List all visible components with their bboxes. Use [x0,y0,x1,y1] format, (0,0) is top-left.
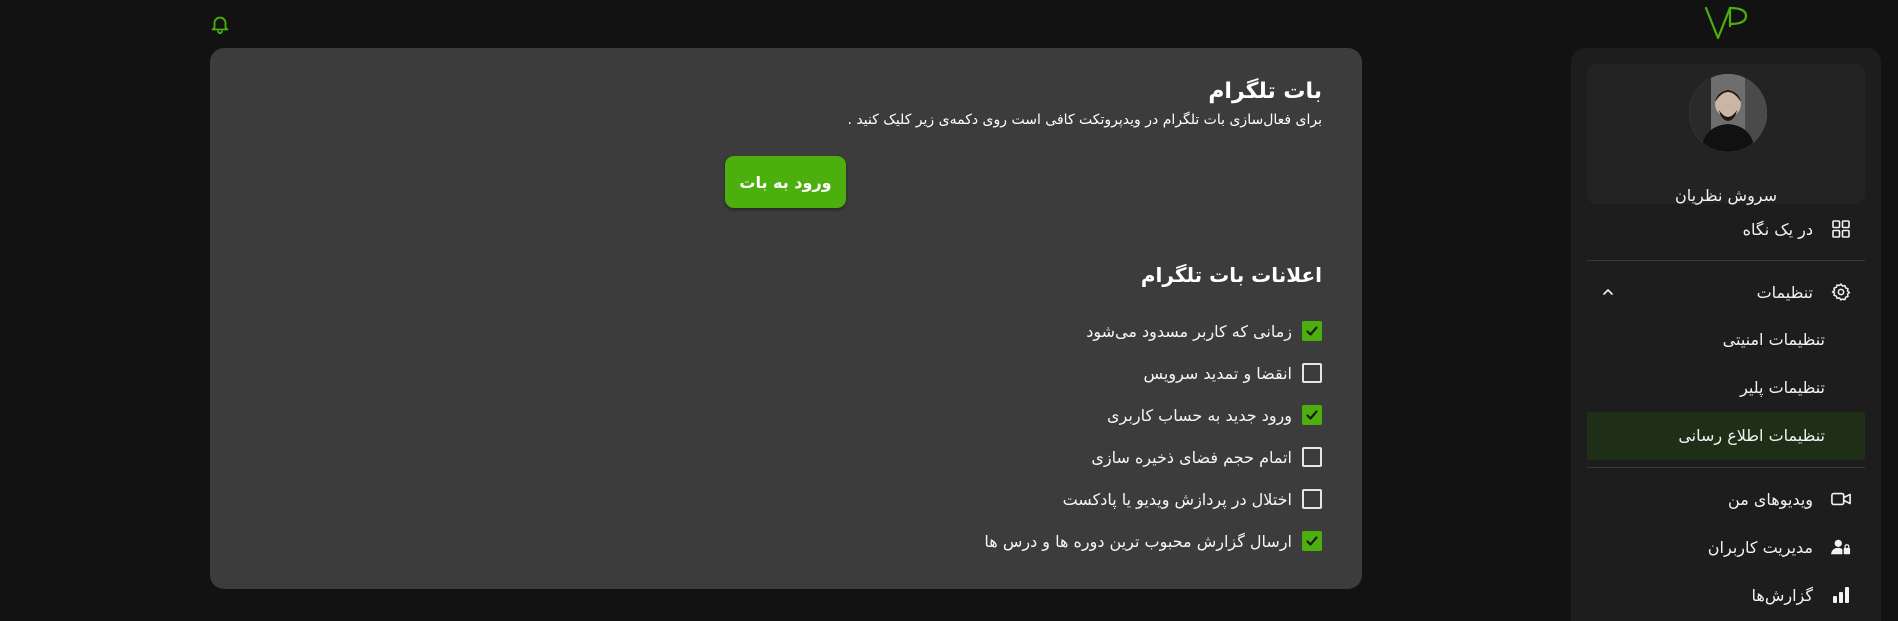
dashboard-grid-icon [1831,219,1851,239]
divider [1587,467,1865,468]
telegram-bot-title: بات تلگرام [1208,79,1322,104]
sidebar-item-notification-settings[interactable]: تنظیمات اطلاع رسانی [1587,412,1865,460]
video-camera-icon [1831,489,1851,509]
notification-label: زمانی که کاربر مسدود می‌شود [1086,321,1292,341]
notification-item[interactable]: ورود جدید به حساب کاربری [622,394,1322,436]
logo [1700,2,1752,44]
checkbox-checked[interactable] [1302,321,1322,341]
enter-bot-button[interactable]: ورود به بات [725,156,846,208]
user-lock-icon [1831,537,1851,557]
sidebar-nav: در یک نگاه تنظیمات تنظیمات امنیتی تنظیما… [1587,205,1865,619]
sidebar-item-label: ویدیوهای من [1728,489,1813,509]
notification-item[interactable]: ارسال گزارش محبوب ترین دوره ها و درس ها [622,520,1322,562]
checkbox-unchecked[interactable] [1302,489,1322,509]
checkbox-unchecked[interactable] [1302,447,1322,467]
notification-item[interactable]: اختلال در پردازش ویدیو یا پادکست [622,478,1322,520]
sidebar-item-label: در یک نگاه [1742,219,1813,239]
telegram-bot-description: برای فعال‌سازی بات تلگرام در ویدپروتکت ک… [847,112,1322,128]
sidebar-item-label: تنظیمات امنیتی [1722,330,1825,349]
checkbox-checked[interactable] [1302,531,1322,551]
notification-label: ارسال گزارش محبوب ترین دوره ها و درس ها [984,531,1292,551]
notifications-list: زمانی که کاربر مسدود می‌شود انقضا و تمدی… [622,310,1322,562]
checkbox-unchecked[interactable] [1302,363,1322,383]
divider [1587,260,1865,261]
notification-label: انقضا و تمدید سرویس [1143,363,1293,383]
sidebar-item-label: گزارش‌ها [1751,585,1813,605]
sidebar-item-settings[interactable]: تنظیمات [1587,268,1865,316]
avatar[interactable] [1689,74,1767,152]
notification-label: ورود جدید به حساب کاربری [1107,405,1292,425]
sidebar-item-player-settings[interactable]: تنظیمات پلیر [1587,364,1865,412]
profile-name: سروش نظریان [1674,186,1778,205]
notification-item[interactable]: اتمام حجم فضای ذخیره سازی [622,436,1322,478]
gear-icon [1831,282,1851,302]
sidebar-item-dashboard[interactable]: در یک نگاه [1587,205,1865,253]
chevron-up-icon[interactable] [1601,284,1615,298]
checkbox-checked[interactable] [1302,405,1322,425]
sidebar-item-security-settings[interactable]: تنظیمات امنیتی [1587,316,1865,364]
sidebar-item-my-videos[interactable]: ویدیوهای من [1587,475,1865,523]
sidebar-item-label: تنظیمات پلیر [1740,378,1825,397]
notification-label: اختلال در پردازش ویدیو یا پادکست [1062,489,1292,509]
telegram-settings-card: بات تلگرام برای فعال‌سازی بات تلگرام در … [210,48,1362,589]
bell-icon[interactable] [207,11,233,37]
notification-item[interactable]: انقضا و تمدید سرویس [622,352,1322,394]
notification-label: اتمام حجم فضای ذخیره سازی [1091,447,1292,467]
sidebar-item-label: تنظیمات اطلاع رسانی [1678,426,1825,445]
notifications-title: اعلانات بات تلگرام [1140,263,1322,287]
sidebar-item-reports[interactable]: گزارش‌ها [1587,571,1865,619]
profile-card: سروش نظریان [1587,64,1865,205]
sidebar-item-label: مدیریت کاربران [1707,537,1813,557]
bar-chart-icon [1831,585,1851,605]
sidebar: سروش نظریان در یک نگاه تنظیمات تنظیمات ا… [1571,48,1881,621]
notification-item[interactable]: زمانی که کاربر مسدود می‌شود [622,310,1322,352]
sidebar-item-user-management[interactable]: مدیریت کاربران [1587,523,1865,571]
sidebar-item-label: تنظیمات [1756,282,1813,302]
